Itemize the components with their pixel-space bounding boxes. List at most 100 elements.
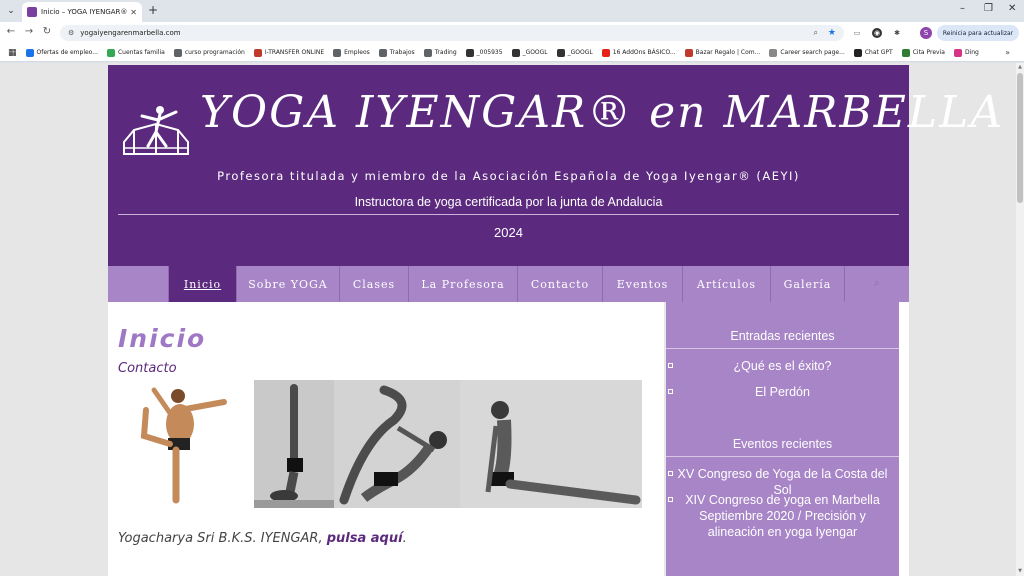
- bookmark-icon: [556, 48, 565, 57]
- bookmark-item[interactable]: Empleos: [333, 48, 370, 57]
- extensions-puzzle-icon[interactable]: ✱: [892, 28, 902, 38]
- site-subtitle: Profesora titulada y miembro de la Asoci…: [217, 169, 800, 183]
- site-container: YOGA IYENGAR® en MARBELLA Profesora titu…: [108, 65, 1002, 576]
- bookmark-icon: [601, 48, 610, 57]
- nav-item[interactable]: Galería: [770, 266, 844, 302]
- yoga-pose-photo-1: [126, 380, 238, 508]
- nav-item[interactable]: Sobre YOGA: [236, 266, 339, 302]
- bookmarks-bar: ▦ Ofertas de empleo... Cuentas familia cur…: [0, 44, 1024, 62]
- bookmark-item[interactable]: Cuentas familia: [106, 48, 165, 57]
- bookmark-icon: [25, 48, 34, 57]
- new-tab-icon[interactable]: +: [148, 3, 158, 17]
- extension-icon[interactable]: ◉: [872, 28, 882, 38]
- bookmark-item[interactable]: Trading: [423, 48, 457, 57]
- bookmark-label: 16 AddOns BÁSICO...: [612, 49, 676, 56]
- screen-share-icon[interactable]: ▭: [852, 28, 862, 38]
- bookmark-icon: [769, 48, 778, 57]
- page-title: Inicio: [118, 324, 207, 353]
- yoga-pose-photo-2: [254, 380, 334, 508]
- bookmark-label: Ding: [964, 49, 979, 56]
- main-content: Inicio Contacto Yogacharya Sri B.K.S. IY…: [108, 302, 664, 576]
- bookmark-label: Ofertas de empleo...: [36, 49, 98, 56]
- bookmark-label: _GOOGL: [567, 49, 593, 56]
- bookmark-item[interactable]: 16 AddOns BÁSICO...: [601, 48, 676, 57]
- more-bookmarks-icon[interactable]: »: [1005, 48, 1010, 57]
- bookmark-icon: [378, 48, 387, 57]
- bookmark-icon: [511, 48, 520, 57]
- recent-posts-divider: [666, 348, 899, 349]
- caption-text: Yogacharya Sri B.K.S. IYENGAR,: [118, 531, 323, 546]
- close-window-icon[interactable]: ✕: [1008, 3, 1016, 14]
- recent-post-link[interactable]: ¿Qué es el éxito?: [666, 358, 899, 374]
- profile-avatar[interactable]: S: [920, 27, 932, 39]
- nav-divider: [844, 266, 845, 302]
- bookmark-label: Chat GPT: [864, 49, 893, 56]
- bookmark-item[interactable]: Cita Previa: [901, 48, 945, 57]
- site-title[interactable]: YOGA IYENGAR® en MARBELLA: [200, 87, 1002, 138]
- search-icon[interactable]: ⌕: [874, 278, 880, 289]
- bookmark-item[interactable]: I-TRANSFER ONLINE: [253, 48, 324, 57]
- bookmark-label: Trading: [434, 49, 457, 56]
- tab-bar: ⌄ Inicio – YOGA IYENGAR® en M ✕ + – ❐ ✕: [0, 0, 1024, 22]
- nav-item[interactable]: La Profesora: [408, 266, 517, 302]
- bookmark-item[interactable]: Trabajos: [378, 48, 415, 57]
- bookmark-item[interactable]: Bazar Regalo | Com...: [684, 48, 760, 57]
- reload-icon[interactable]: ↻: [40, 26, 54, 37]
- update-button[interactable]: Reinicia para actualizar: [937, 25, 1019, 41]
- bookmark-label: Empleos: [344, 49, 370, 56]
- scroll-down-icon[interactable]: ▼: [1016, 568, 1024, 574]
- bookmark-icon: [684, 48, 693, 57]
- bookmark-label: Career search page...: [780, 49, 845, 56]
- recent-events-divider: [666, 456, 899, 457]
- site-header: YOGA IYENGAR® en MARBELLA Profesora titu…: [108, 65, 1002, 266]
- bookmark-item[interactable]: Career search page...: [769, 48, 845, 57]
- recent-posts-title: Entradas recientes: [730, 329, 835, 343]
- tab-search-icon[interactable]: ⌄: [4, 4, 18, 18]
- sidebar-edge: [899, 302, 909, 576]
- nav-item[interactable]: Clases: [339, 266, 408, 302]
- bookmark-item[interactable]: _005935: [465, 48, 503, 57]
- nav-item[interactable]: Eventos: [602, 266, 682, 302]
- bookmark-label: Cuentas familia: [117, 49, 165, 56]
- address-bar: ← → ↻ ⚙ yogaiyengarenmarbella.com ⌕ ★ ▭ …: [0, 22, 1024, 44]
- bookmark-item[interactable]: _GOOGL: [556, 48, 593, 57]
- nav-item[interactable]: Contacto: [517, 266, 602, 302]
- bookmark-item[interactable]: _GOOGL: [511, 48, 548, 57]
- yoga-pose-photo-3: [334, 380, 460, 508]
- bookmark-item[interactable]: Ding: [953, 48, 979, 57]
- bookmark-item[interactable]: Ofertas de empleo...: [25, 48, 98, 57]
- bookmark-item[interactable]: Chat GPT: [853, 48, 893, 57]
- page-scrollbar[interactable]: ▲ ▼: [1016, 63, 1024, 576]
- forward-icon[interactable]: →: [22, 26, 36, 37]
- iyengar-caption: Yogacharya Sri B.K.S. IYENGAR, pulsa aqu…: [118, 531, 407, 546]
- minimize-icon[interactable]: –: [960, 3, 965, 14]
- bookmark-star-icon[interactable]: ★: [828, 28, 836, 38]
- contact-link[interactable]: Contacto: [118, 361, 177, 376]
- back-icon[interactable]: ←: [4, 26, 18, 37]
- bookmark-label: Cita Previa: [912, 49, 945, 56]
- url-text[interactable]: yogaiyengarenmarbella.com: [80, 29, 813, 37]
- pulsa-aqui-link[interactable]: pulsa aquí: [327, 531, 403, 546]
- scroll-up-icon[interactable]: ▲: [1016, 64, 1024, 70]
- apps-icon[interactable]: ▦: [8, 48, 17, 58]
- recent-post-link[interactable]: El Perdón: [666, 384, 899, 400]
- site-favicon-icon: [27, 7, 37, 17]
- zoom-icon[interactable]: ⌕: [813, 28, 817, 38]
- nav-item[interactable]: Inicio: [168, 266, 236, 302]
- maximize-icon[interactable]: ❐: [984, 3, 993, 14]
- bookmark-item[interactable]: curso programación: [173, 48, 245, 57]
- yoga-logo-icon[interactable]: [120, 102, 192, 162]
- scroll-thumb[interactable]: [1017, 73, 1023, 203]
- nav-item[interactable]: Artículos: [682, 266, 770, 302]
- bookmark-label: _GOOGL: [522, 49, 548, 56]
- bookmark-icon: [853, 48, 862, 57]
- bookmark-label: Trabajos: [389, 49, 415, 56]
- omnibox[interactable]: ⚙ yogaiyengarenmarbella.com ⌕ ★: [60, 25, 844, 41]
- browser-tab[interactable]: Inicio – YOGA IYENGAR® en M ✕: [22, 2, 142, 22]
- yoga-pose-photo-4: [460, 380, 642, 508]
- instructor-text: Instructora de yoga certificada por la j…: [354, 195, 663, 209]
- recent-event-link[interactable]: XIV Congreso de yoga en Marbella Septiem…: [666, 492, 899, 540]
- bookmark-icon: [333, 48, 342, 57]
- site-info-icon[interactable]: ⚙: [68, 29, 74, 37]
- close-tab-icon[interactable]: ✕: [130, 8, 137, 17]
